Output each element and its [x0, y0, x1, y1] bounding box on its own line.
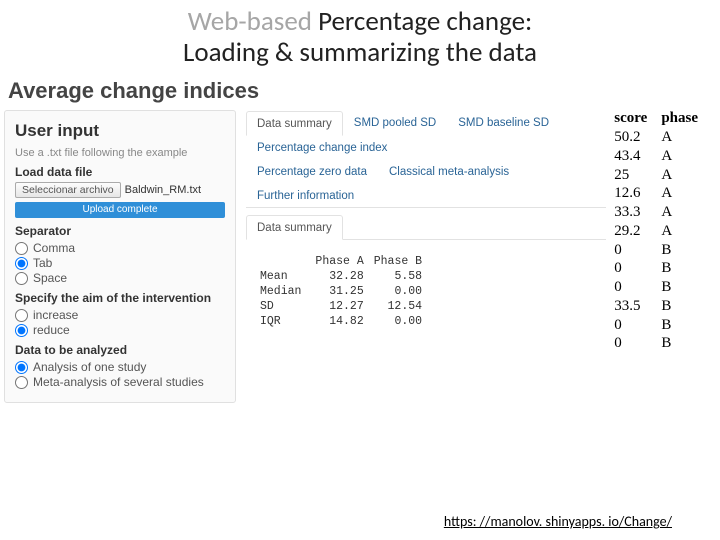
stats-row-mean: Mean32.285.58 — [260, 269, 432, 284]
slide-title-rest1: Percentage change: — [318, 5, 532, 38]
tab-data-summary[interactable]: Data summary — [246, 111, 343, 136]
slide-title-line2: Loading & summarizing the data — [0, 37, 720, 68]
tab-row-2: Percentage zero data Classical meta-anal… — [246, 159, 606, 207]
raw-cell: A — [661, 147, 698, 166]
slide-title-grey: Web-based — [188, 5, 318, 38]
load-data-label: Load data file — [15, 165, 225, 179]
aim-label: Specify the aim of the intervention — [15, 291, 225, 305]
file-input-row[interactable]: Seleccionar archivo Baldwin_RM.txt — [15, 182, 225, 198]
analyze-option-meta[interactable]: Meta-analysis of several studies — [15, 375, 225, 389]
analyze-label: Data to be analyzed — [15, 343, 225, 357]
raw-cell: B — [661, 278, 698, 297]
stats-header-b: Phase B — [374, 254, 432, 269]
file-choose-button[interactable]: Seleccionar archivo — [15, 182, 121, 198]
tab-pct-change[interactable]: Percentage change index — [246, 135, 398, 159]
raw-score-header: score — [614, 110, 647, 127]
raw-cell: 0 — [614, 316, 647, 335]
raw-cell: 0 — [614, 259, 647, 278]
separator-group: Comma Tab Space — [15, 241, 225, 285]
stats-header-a: Phase A — [315, 254, 373, 269]
raw-cell: A — [661, 184, 698, 203]
radio-icon[interactable] — [15, 361, 28, 374]
tab-classical[interactable]: Classical meta-analysis — [378, 159, 520, 183]
raw-cell: B — [661, 316, 698, 335]
analyze-option-one[interactable]: Analysis of one study — [15, 360, 225, 374]
app-heading: Average change indices — [0, 74, 720, 110]
raw-cell: 43.4 — [614, 147, 647, 166]
radio-icon[interactable] — [15, 324, 28, 337]
radio-icon[interactable] — [15, 257, 28, 270]
raw-cell: 29.2 — [614, 222, 647, 241]
stats-row-iqr: IQR14.820.00 — [260, 314, 432, 329]
radio-icon[interactable] — [15, 376, 28, 389]
radio-icon[interactable] — [15, 309, 28, 322]
separator-option-space[interactable]: Space — [15, 271, 225, 285]
tab-row-1: Data summary SMD pooled SD SMD baseline … — [246, 110, 606, 159]
raw-cell: B — [661, 297, 698, 316]
main-panel: Data summary SMD pooled SD SMD baseline … — [236, 110, 716, 403]
footer-link: https: //manolov. shinyapps. io/Change/ — [444, 513, 672, 530]
raw-cell: 33.3 — [614, 203, 647, 222]
subtab-row: Data summary — [246, 214, 606, 240]
separator-option-tab[interactable]: Tab — [15, 256, 225, 270]
raw-cell: 25 — [614, 166, 647, 185]
raw-cell: B — [661, 241, 698, 260]
raw-cell: A — [661, 128, 698, 147]
subtab-data-summary[interactable]: Data summary — [246, 215, 343, 240]
raw-phase-col: phase A A A A A A B B B B B B — [661, 110, 698, 403]
raw-cell: 0 — [614, 241, 647, 260]
raw-cell: A — [661, 166, 698, 185]
footer-url[interactable]: https: //manolov. shinyapps. io/Change/ — [444, 513, 672, 530]
sidebar: User input Use a .txt file following the… — [4, 110, 236, 403]
raw-cell: 0 — [614, 334, 647, 353]
aim-option-reduce[interactable]: reduce — [15, 323, 225, 337]
raw-cell: A — [661, 203, 698, 222]
raw-cell: 33.5 — [614, 297, 647, 316]
tab-pct-zero[interactable]: Percentage zero data — [246, 159, 378, 183]
separator-option-comma[interactable]: Comma — [15, 241, 225, 255]
upload-progress: Upload complete — [15, 202, 225, 218]
tab-smd-baseline[interactable]: SMD baseline SD — [447, 110, 560, 135]
analyze-group: Analysis of one study Meta-analysis of s… — [15, 360, 225, 389]
raw-cell: B — [661, 259, 698, 278]
stats-row-median: Median31.250.00 — [260, 284, 432, 299]
raw-cell: 0 — [614, 278, 647, 297]
aim-option-increase[interactable]: increase — [15, 308, 225, 322]
radio-icon[interactable] — [15, 242, 28, 255]
raw-data-table: score 50.2 43.4 25 12.6 33.3 29.2 0 0 0 … — [614, 110, 712, 403]
sidebar-hint: Use a .txt file following the example — [15, 147, 225, 159]
file-name: Baldwin_RM.txt — [125, 184, 201, 196]
aim-group: increase reduce — [15, 308, 225, 337]
raw-cell: 12.6 — [614, 184, 647, 203]
raw-cell: A — [661, 222, 698, 241]
sidebar-title: User input — [15, 121, 225, 141]
tab-smd-pooled[interactable]: SMD pooled SD — [343, 110, 447, 135]
raw-phase-header: phase — [661, 110, 698, 127]
stats-table: Phase A Phase B Mean32.285.58 Median31.2… — [260, 254, 432, 329]
tab-further[interactable]: Further information — [246, 183, 365, 207]
tabs-area: Data summary SMD pooled SD SMD baseline … — [246, 110, 606, 403]
stats-header-blank — [260, 254, 315, 269]
stats-row-sd: SD12.2712.54 — [260, 299, 432, 314]
raw-score-col: score 50.2 43.4 25 12.6 33.3 29.2 0 0 0 … — [614, 110, 647, 403]
raw-cell: 50.2 — [614, 128, 647, 147]
radio-icon[interactable] — [15, 272, 28, 285]
slide-title: Web-based Percentage change: Loading & s… — [0, 0, 720, 74]
raw-cell: B — [661, 334, 698, 353]
upload-progress-bar: Upload complete — [15, 202, 225, 218]
separator-label: Separator — [15, 224, 225, 238]
